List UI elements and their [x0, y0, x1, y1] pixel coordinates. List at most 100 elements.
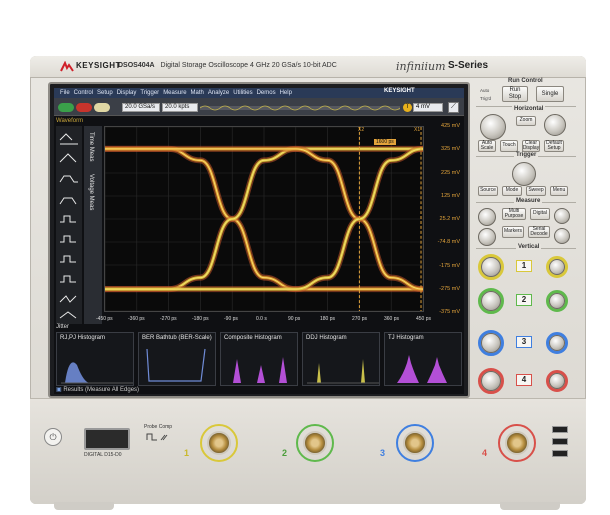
default-setup-button[interactable]: Default Setup [544, 140, 564, 152]
histogram-panel-rjpj[interactable]: RJ,PJ Histogram [56, 332, 134, 386]
digital-input-port[interactable] [84, 428, 130, 450]
histogram-panel-bathtub[interactable]: BER Bathtub (BER-Scale) [138, 332, 216, 386]
menu-file[interactable]: File [60, 90, 70, 96]
ch1-button[interactable]: 1 [516, 260, 532, 272]
clear-display-button[interactable]: Clear Display [522, 140, 540, 152]
menu-help[interactable]: Help [280, 90, 292, 96]
sample-rate-field[interactable]: 20.0 GSa/s [122, 103, 160, 112]
memory-depth-field[interactable]: 20.0 kpts [162, 103, 198, 112]
probe-comp-label: Probe Comp [144, 424, 173, 430]
markers-button[interactable]: Markers [502, 226, 524, 238]
jitter-histogram-panels: RJ,PJ Histogram BER Bathtub (BER-Scale) … [56, 332, 462, 386]
trigger-icon[interactable]: T [403, 103, 412, 112]
model-number: DSOS404A [118, 62, 155, 69]
histogram-panel-tj[interactable]: TJ Histogram [384, 332, 462, 386]
ch2-bnc-input[interactable] [303, 431, 327, 455]
single-button[interactable]: Single [536, 86, 564, 102]
multipurpose-knob-1[interactable] [478, 208, 496, 226]
histogram-title: TJ Histogram [388, 335, 424, 341]
x-tick-label: -360 ps [128, 316, 145, 322]
menu-analyze[interactable]: Analyze [208, 90, 229, 96]
digital-button[interactable]: Digital [530, 208, 550, 220]
marker-delta-readout: 1600 ps [374, 139, 396, 145]
model-info: DSOS404A Digital Storage Oscilloscope 4 … [118, 62, 337, 69]
eye-diagram-plot[interactable] [104, 126, 424, 312]
touch-button[interactable]: Touch [500, 140, 518, 152]
digital-port-label: DIGITAL D15-D0 [84, 452, 122, 458]
trigger-source-button[interactable]: Source [478, 186, 498, 196]
ch1-bnc-input[interactable] [207, 431, 231, 455]
trigger-slope-icon[interactable]: ⟋ [448, 102, 459, 113]
marker-x2-label: X2 [358, 127, 365, 133]
ch4-offset-knob[interactable] [549, 373, 565, 389]
histogram-title: DDJ Histogram [306, 335, 347, 341]
ch3-offset-knob[interactable] [549, 335, 565, 351]
ch1-scale-knob[interactable] [481, 257, 501, 277]
trigd-indicator-label: Trig'd [480, 96, 491, 101]
serial-decode-button[interactable]: Serial Decode [528, 226, 550, 238]
x-tick-label: -270 ps [160, 316, 177, 322]
menu-display[interactable]: Display [117, 90, 137, 96]
run-indicator-button[interactable] [58, 103, 74, 112]
y-tick-label: 125 mV [441, 192, 460, 199]
trigger-menu-button[interactable]: Menu [550, 186, 568, 196]
trigger-mode-button[interactable]: Mode [502, 186, 522, 196]
y-tick-label: -175 mV [439, 262, 460, 269]
zoom-button[interactable]: Zoom [516, 116, 536, 126]
ch4-button[interactable]: 4 [516, 374, 532, 386]
rjpj-histogram-chart [61, 362, 133, 384]
ch3-button[interactable]: 3 [516, 336, 532, 348]
menu-measure[interactable]: Measure [163, 90, 186, 96]
multipurpose-knob-2[interactable] [554, 208, 570, 224]
model-description: Digital Storage Oscilloscope 4 GHz 20 GS… [160, 62, 337, 69]
histogram-panel-ddj[interactable]: DDJ Histogram [302, 332, 380, 386]
y-tick-label: 225 mV [441, 169, 460, 176]
histogram-title: BER Bathtub (BER-Scale) [142, 335, 212, 341]
ch2-offset-knob[interactable] [549, 293, 565, 309]
ch2-button[interactable]: 2 [516, 294, 532, 306]
x-tick-label: -450 ps [96, 316, 113, 322]
trigger-level-knob[interactable] [512, 162, 536, 186]
auto-scale-button[interactable]: Auto Scale [478, 140, 496, 152]
horizontal-position-knob[interactable] [544, 114, 566, 136]
horizontal-scale-knob[interactable] [480, 114, 506, 140]
ch4-bnc-input[interactable] [505, 431, 529, 455]
ch1-input-number: 1 [184, 448, 190, 458]
trigger-sweep-button[interactable]: Sweep [526, 186, 546, 196]
timebase-overview-bar[interactable] [200, 104, 400, 112]
ch1-offset-knob[interactable] [549, 259, 565, 275]
tab-voltage-meas[interactable]: Voltage Meas [88, 174, 94, 210]
results-tab[interactable]: ▣ Results (Measure All Edges) [56, 386, 256, 394]
multi-purpose-button[interactable]: Multi Purpose [502, 208, 526, 220]
single-indicator-button[interactable] [94, 103, 110, 112]
power-button-icon[interactable]: ⏻ [44, 428, 62, 446]
front-panel-controls: Run Control Auto Trig'd Run Stop Single … [472, 78, 582, 396]
tab-time-meas[interactable]: Time Meas [88, 132, 94, 161]
y-tick-label: 425 mV [441, 123, 460, 129]
histogram-panel-composite[interactable]: Composite Histogram [220, 332, 298, 386]
ch3-bnc-input[interactable] [403, 431, 427, 455]
menu-trigger[interactable]: Trigger [140, 90, 159, 96]
usb-port-1[interactable] [552, 426, 568, 433]
run-stop-button[interactable]: Run Stop [502, 86, 528, 102]
ch3-scale-knob[interactable] [481, 333, 501, 353]
foot-left [54, 502, 114, 510]
menu-math[interactable]: Math [191, 90, 204, 96]
measurement-icons[interactable] [56, 126, 82, 324]
brand-name: KEYSIGHT [76, 61, 121, 70]
ch2-scale-knob[interactable] [481, 291, 501, 311]
menu-demos[interactable]: Demos [257, 90, 276, 96]
y-tick-label: -74.8 mV [437, 239, 460, 246]
menu-control[interactable]: Control [74, 90, 93, 96]
marker-knob-1[interactable] [478, 228, 496, 246]
usb-port-3[interactable] [552, 450, 568, 457]
ch4-scale-knob[interactable] [481, 371, 501, 391]
marker-knob-2[interactable] [554, 228, 570, 244]
menu-utilities[interactable]: Utilities [233, 90, 252, 96]
usb-port-2[interactable] [552, 438, 568, 445]
stop-indicator-button[interactable] [76, 103, 92, 112]
histogram-title: Composite Histogram [224, 335, 282, 341]
menu-setup[interactable]: Setup [97, 90, 113, 96]
trigger-level-field[interactable]: 4 mV [413, 103, 443, 112]
results-icon: ▣ [56, 387, 62, 393]
